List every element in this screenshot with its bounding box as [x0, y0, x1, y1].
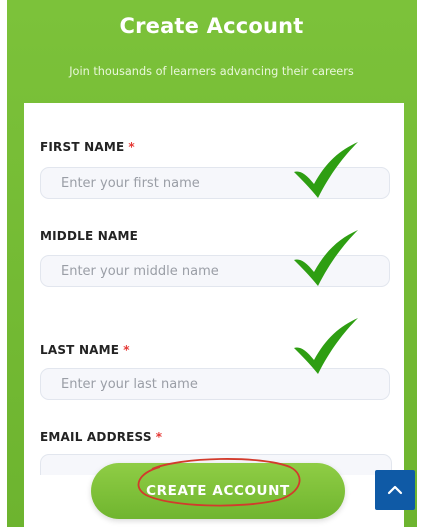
check-icon: [294, 230, 358, 286]
required-mark: *: [123, 343, 130, 357]
check-icon: [294, 318, 358, 374]
page-title: Create Account: [119, 14, 304, 38]
last-name-label: LAST NAME *: [40, 343, 130, 357]
create-account-button[interactable]: CREATE ACCOUNT: [91, 463, 345, 519]
check-icon: [294, 142, 358, 198]
scroll-to-top-button[interactable]: [375, 470, 415, 510]
middle-name-label: MIDDLE NAME: [40, 229, 139, 243]
chevron-up-icon: [387, 485, 403, 495]
required-mark: *: [128, 140, 135, 154]
first-name-label: FIRST NAME *: [40, 140, 135, 154]
page-subtitle: Join thousands of learners advancing the…: [69, 65, 354, 78]
email-label: EMAIL ADDRESS *: [40, 430, 163, 444]
required-mark: *: [155, 430, 163, 444]
